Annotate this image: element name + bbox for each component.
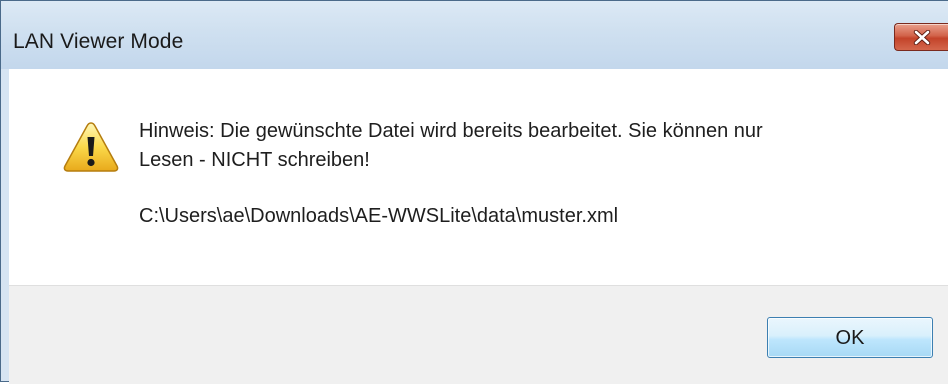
dialog-title: LAN Viewer Mode bbox=[13, 30, 184, 53]
file-path: C:\Users\ae\Downloads\AE-WWSLite\data\mu… bbox=[139, 205, 619, 227]
ok-button[interactable]: OK bbox=[767, 317, 933, 358]
title-bar[interactable]: LAN Viewer Mode bbox=[1, 1, 948, 69]
message-text: Hinweis: Die gewünschte Datei wird berei… bbox=[139, 117, 929, 175]
dialog-window: LAN Viewer Mode Hinweis: Die gewünschte … bbox=[0, 0, 948, 384]
message-line: Lesen - NICHT schreiben! bbox=[139, 149, 370, 171]
button-bar: OK bbox=[9, 285, 948, 384]
warning-icon bbox=[63, 122, 119, 172]
close-icon bbox=[913, 30, 931, 45]
message-line: Hinweis: Die gewünschte Datei wird berei… bbox=[139, 120, 763, 142]
close-button[interactable] bbox=[894, 23, 948, 51]
dialog-body: Hinweis: Die gewünschte Datei wird berei… bbox=[9, 69, 948, 384]
